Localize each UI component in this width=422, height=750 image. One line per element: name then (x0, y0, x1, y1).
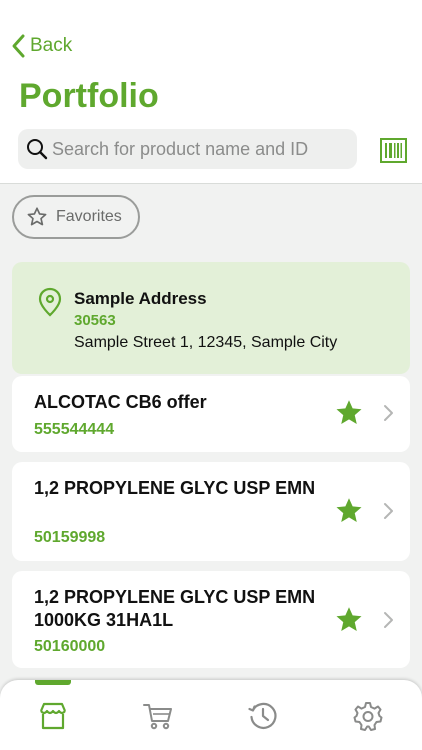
back-label: Back (30, 35, 73, 56)
search-bar[interactable] (18, 129, 357, 169)
product-id: 555544444 (34, 421, 115, 438)
product-id: 50159998 (34, 529, 106, 546)
address-name: Sample Address (74, 289, 207, 308)
barcode-scan-icon[interactable] (380, 138, 407, 163)
address-code: 30563 (74, 312, 116, 329)
chevron-right-icon (384, 612, 393, 628)
favorites-filter-chip[interactable]: Favorites (12, 195, 140, 239)
history-icon[interactable] (247, 700, 279, 732)
back-button[interactable]: Back (10, 33, 72, 59)
search-icon (27, 139, 48, 160)
favorites-label: Favorites (56, 208, 122, 225)
product-card[interactable]: ALCOTAC CB6 offer 555544444 (12, 376, 410, 452)
search-input[interactable] (52, 138, 342, 160)
product-name: ALCOTAC CB6 offer (34, 392, 207, 412)
active-tab-indicator (35, 680, 71, 685)
product-card[interactable]: 1,2 PROPYLENE GLYC USP EMN 50159998 (12, 462, 410, 561)
settings-gear-icon[interactable] (352, 700, 384, 732)
product-name: 1,2 PROPYLENE GLYC USP EMN (34, 478, 316, 498)
chevron-left-icon (12, 34, 25, 58)
star-filled-icon[interactable] (334, 496, 364, 526)
store-icon[interactable] (37, 700, 69, 732)
location-pin-icon (38, 287, 62, 317)
chevron-right-icon (384, 503, 393, 519)
cart-icon[interactable] (142, 700, 174, 732)
address-street: Sample Street 1, 12345, Sample City (74, 334, 338, 351)
star-filled-icon[interactable] (334, 605, 364, 635)
star-filled-icon[interactable] (334, 398, 364, 428)
product-id: 50160000 (34, 638, 106, 655)
page-title: Portfolio (19, 77, 159, 115)
header: Back Portfolio (0, 0, 422, 184)
star-outline-icon (27, 207, 47, 226)
product-card[interactable]: 1,2 PROPYLENE GLYC USP EMN 1000KG 31HA1L… (12, 571, 410, 668)
address-card[interactable]: Sample Address 30563 Sample Street 1, 12… (12, 262, 410, 374)
product-name: 1,2 PROPYLENE GLYC USP EMN 1000KG 31HA1L (34, 587, 316, 630)
chevron-right-icon (384, 405, 393, 421)
